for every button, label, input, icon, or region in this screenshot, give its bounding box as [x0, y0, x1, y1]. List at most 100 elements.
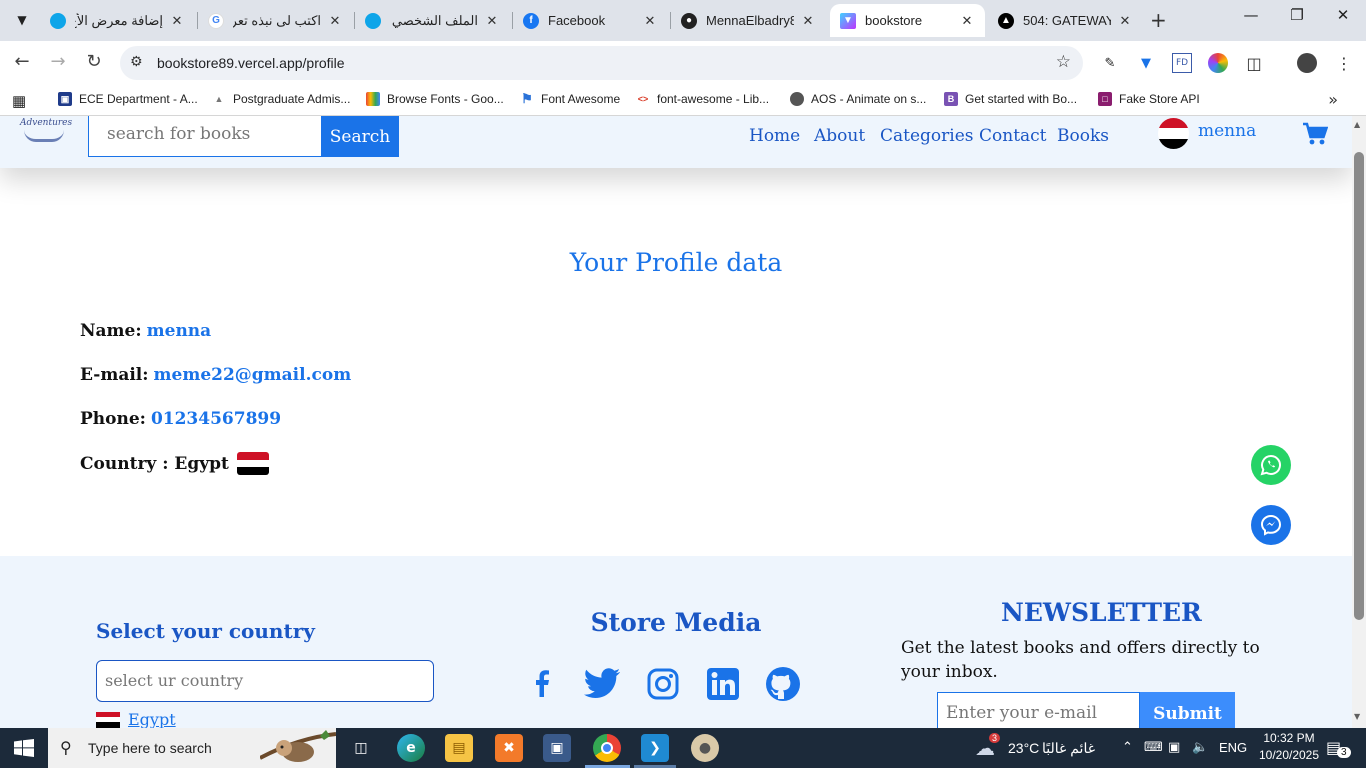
clock-time[interactable]: 10:32 PM	[1258, 731, 1320, 745]
tab-4[interactable]: ● MennaElbadry89 ✕	[671, 4, 826, 37]
tab-0[interactable]: إضافة معرض الأع ✕	[40, 4, 195, 37]
user-name-link[interactable]: menna	[1198, 121, 1256, 141]
newsletter-submit-button[interactable]: Submit	[1140, 692, 1235, 728]
bookmark-fake-store[interactable]: □ Fake Store API	[1098, 92, 1200, 106]
scrollbar-thumb[interactable]	[1354, 152, 1364, 620]
close-icon[interactable]: ✕	[800, 13, 816, 29]
vscode-icon[interactable]: ❯	[641, 734, 669, 762]
weather-text[interactable]: غائم غالبًا	[1042, 740, 1095, 757]
close-icon[interactable]: ✕	[484, 13, 500, 29]
chrome-icon[interactable]	[593, 734, 621, 762]
linkedin-link[interactable]	[703, 664, 743, 704]
tab-2[interactable]: الملف الشخصي | ✕	[355, 4, 510, 37]
nav-home[interactable]: Home	[749, 126, 800, 146]
url-text[interactable]: bookstore89.vercel.app/profile	[157, 55, 345, 71]
country-select-input[interactable]: select ur country	[96, 660, 434, 702]
close-icon[interactable]: ✕	[1117, 13, 1133, 29]
download-extension-icon[interactable]: ▼	[1136, 53, 1156, 73]
taskbar-search-box[interactable]: ⚲ Type here to search	[48, 728, 336, 768]
bookmark-font-awesome-lib[interactable]: <> font-awesome - Lib...	[636, 92, 769, 106]
bookmark-aos[interactable]: AOS - Animate on s...	[790, 92, 926, 106]
scroll-down-icon[interactable]: ▼	[1354, 712, 1360, 721]
apps-grid-icon[interactable]: ▦	[12, 92, 26, 110]
puzzle-extensions-icon[interactable]: ◫	[1244, 53, 1264, 73]
tab-5-active[interactable]: ▼ bookstore ✕	[830, 4, 985, 37]
eyedropper-extension-icon[interactable]: ✎	[1100, 53, 1120, 73]
facebook-link[interactable]	[522, 664, 562, 704]
country-option-egypt[interactable]: Egypt	[96, 710, 176, 728]
site-navbar: Adventures search for books Search Home …	[0, 116, 1352, 168]
page-scrollbar[interactable]: ▲ ▼	[1352, 116, 1366, 728]
whatsapp-button[interactable]	[1251, 445, 1291, 485]
tab-search-button[interactable]: ▼	[8, 6, 36, 34]
address-bar[interactable]: ⚙ bookstore89.vercel.app/profile ☆	[120, 46, 1083, 80]
menu-kebab-icon[interactable]: ⋮	[1334, 53, 1354, 73]
input-method-icon[interactable]: ⌨	[1144, 740, 1163, 755]
bookmark-star-icon[interactable]: ☆	[1056, 52, 1071, 72]
close-icon[interactable]: ✕	[327, 13, 343, 29]
back-button[interactable]: ←	[10, 51, 34, 72]
messenger-button[interactable]	[1251, 505, 1291, 545]
github-icon: ●	[681, 12, 697, 29]
egypt-flag-avatar[interactable]	[1158, 118, 1189, 149]
bookmark-label: Postgraduate Admis...	[233, 92, 351, 106]
windows-taskbar: ⚲ Type here to search ◫ e ▤ ✖ ▣ ❯ ● ☁ 3 …	[0, 728, 1366, 768]
book-search-input[interactable]: search for books	[88, 116, 322, 157]
bookmark-font-awesome[interactable]: ⚑ Font Awesome	[520, 91, 620, 106]
new-tab-button[interactable]: +	[1150, 8, 1167, 32]
task-view-icon[interactable]: ◫	[347, 734, 375, 762]
remote-desktop-icon[interactable]: ▣	[543, 734, 571, 762]
flag-icon: ⚑	[521, 91, 533, 106]
site-footer: Select your country select ur country Eg…	[0, 556, 1352, 728]
newsletter-email-input[interactable]: Enter your e-mail	[937, 692, 1140, 728]
network-icon[interactable]: ▣	[1168, 740, 1180, 755]
github-link[interactable]	[763, 664, 803, 704]
fd-extension-icon[interactable]: FD	[1172, 53, 1192, 73]
tab-title: 504: GATEWAY_T	[1023, 13, 1111, 28]
facebook-icon: f	[523, 12, 539, 29]
bookmark-bootstrap[interactable]: B Get started with Bo...	[944, 92, 1077, 106]
search-button[interactable]: Search	[321, 116, 399, 157]
facebook-icon	[536, 670, 549, 697]
instagram-link[interactable]	[643, 664, 683, 704]
sloth-illustration-icon	[260, 730, 336, 762]
tab-1[interactable]: G اكتب لى نبذه تعر ✕	[198, 4, 353, 37]
xampp-icon[interactable]: ✖	[495, 734, 523, 762]
file-explorer-icon[interactable]: ▤	[445, 734, 473, 762]
twitter-icon	[584, 668, 620, 698]
minimize-button[interactable]: —	[1228, 6, 1274, 24]
volume-icon[interactable]: 🔈	[1192, 740, 1208, 755]
temperature-text[interactable]: 23°C	[1008, 740, 1039, 756]
close-icon[interactable]: ✕	[959, 13, 975, 29]
tab-6[interactable]: ▲ 504: GATEWAY_T ✕	[988, 4, 1143, 37]
nav-about[interactable]: About	[814, 126, 865, 146]
bookmark-fonts[interactable]: Browse Fonts - Goo...	[366, 92, 504, 106]
nav-contact[interactable]: Contact	[979, 126, 1047, 146]
paint-icon[interactable]: ●	[691, 734, 719, 762]
windows-start-icon[interactable]	[14, 739, 34, 761]
site-logo[interactable]: Adventures	[20, 118, 72, 146]
nav-books[interactable]: Books	[1057, 126, 1109, 146]
reload-button[interactable]: ↻	[82, 51, 106, 72]
clock-date[interactable]: 10/20/2025	[1253, 748, 1325, 762]
bookmark-ece[interactable]: ▣ ECE Department - A...	[58, 92, 198, 106]
close-icon[interactable]: ✕	[169, 13, 185, 29]
bookmark-postgraduate[interactable]: ▲ Postgraduate Admis...	[212, 92, 351, 106]
nav-categories[interactable]: Categories	[880, 126, 974, 146]
more-bookmarks-icon[interactable]: »	[1328, 90, 1338, 109]
twitter-link[interactable]	[582, 664, 622, 704]
language-indicator[interactable]: ENG	[1219, 740, 1247, 755]
cart-icon[interactable]	[1302, 122, 1329, 150]
color-picker-extension-icon[interactable]	[1208, 53, 1228, 73]
restore-button[interactable]: ❐	[1274, 6, 1320, 24]
close-icon[interactable]: ✕	[642, 13, 658, 29]
code-icon: <>	[637, 94, 649, 104]
edge-icon[interactable]: e	[397, 734, 425, 762]
forward-button[interactable]: →	[46, 51, 70, 72]
close-window-button[interactable]: ✕	[1320, 6, 1366, 24]
tab-3[interactable]: f Facebook ✕	[513, 4, 668, 37]
scroll-up-icon[interactable]: ▲	[1354, 120, 1360, 129]
show-hidden-icons-chevron-icon[interactable]: ⌃	[1122, 740, 1133, 755]
profile-avatar-icon[interactable]	[1297, 53, 1317, 73]
site-info-icon[interactable]: ⚙	[130, 54, 143, 70]
